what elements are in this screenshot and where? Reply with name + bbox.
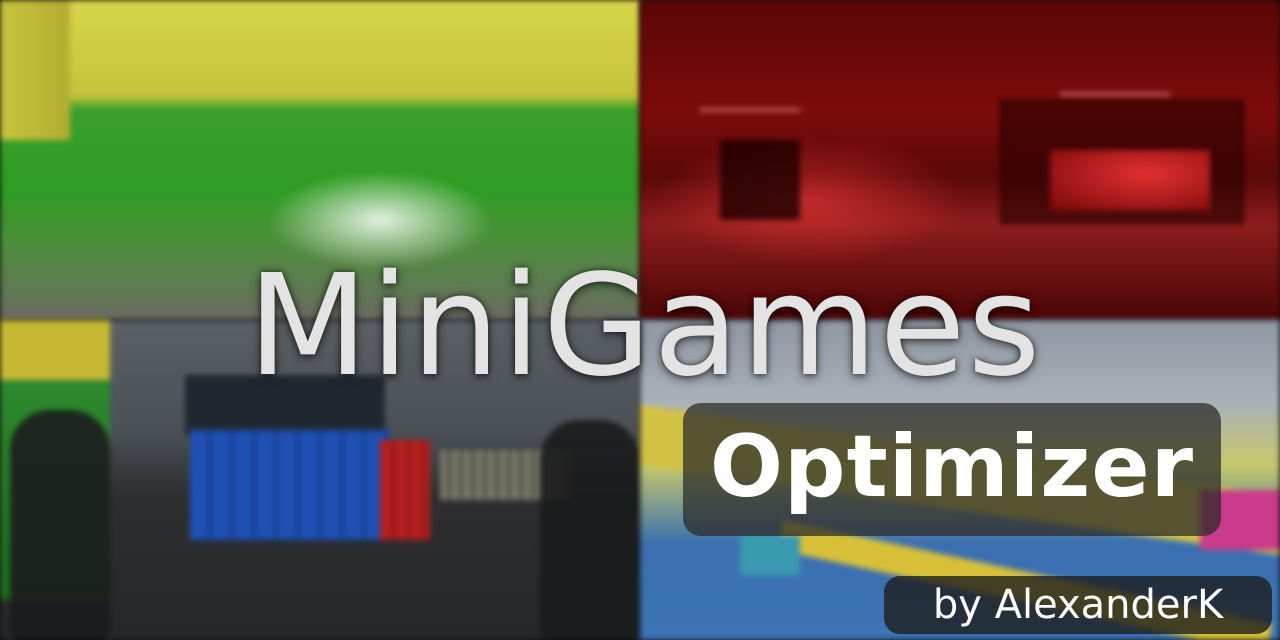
byline: by AlexanderK [932, 582, 1224, 628]
blue-container [190, 430, 390, 540]
subtitle-box: Optimizer [683, 403, 1221, 536]
cyan-block [740, 535, 800, 575]
ceiling-light [1060, 92, 1170, 96]
title: MiniGames [247, 245, 1043, 408]
banner-image: MiniGames Optimizer by AlexanderK [0, 0, 1280, 640]
soldier-figure [540, 420, 640, 640]
byline-box: by AlexanderK [884, 576, 1272, 634]
room-door [720, 140, 800, 220]
soldier-figure [10, 410, 110, 640]
bunk-bed [1050, 150, 1210, 210]
red-container [380, 440, 430, 540]
arena-wall [0, 0, 70, 140]
ceiling-light [700, 108, 800, 112]
subtitle: Optimizer [709, 416, 1195, 517]
